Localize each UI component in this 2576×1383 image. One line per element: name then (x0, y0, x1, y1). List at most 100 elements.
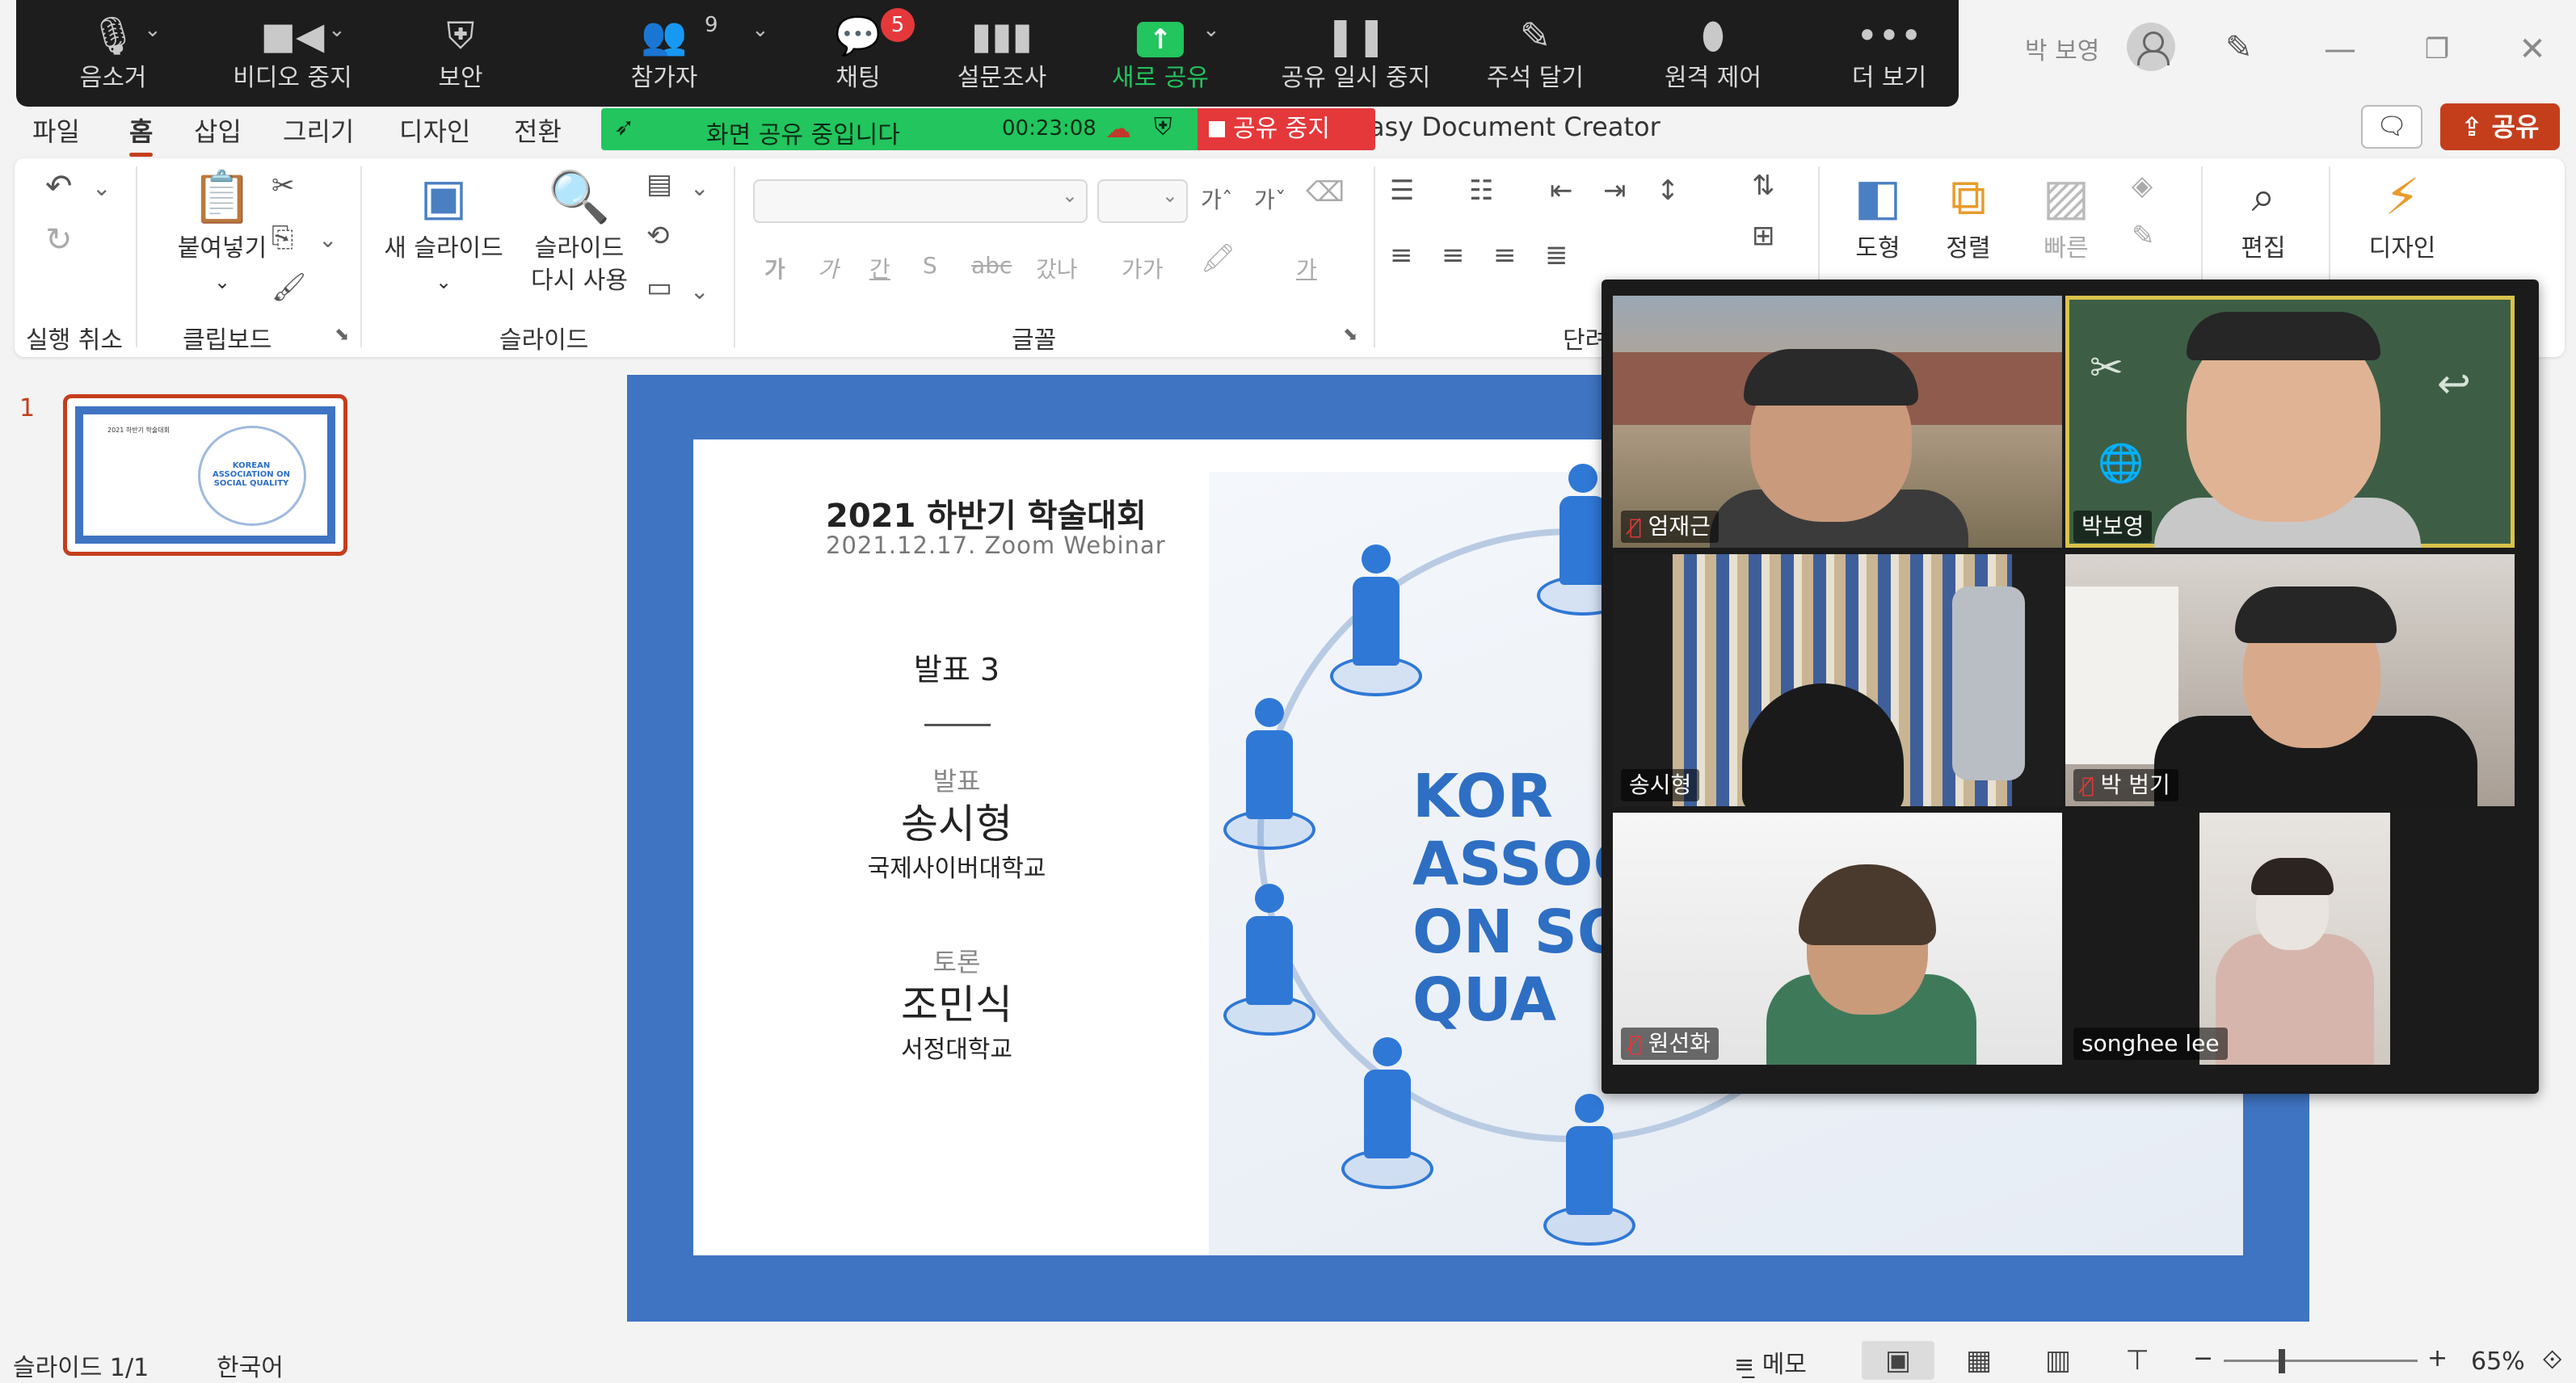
highlight-icon[interactable]: 🖍 (1201, 242, 1235, 275)
italic-icon[interactable]: 가 (818, 252, 839, 284)
zoom-in-button[interactable]: + (2427, 1344, 2448, 1372)
screen-sharing-indicator[interactable]: ➶ 화면 공유 중입니다 00:23:08 ☁ ⛨ (601, 108, 1198, 150)
comments-button[interactable]: 🗨 (2361, 105, 2422, 149)
align-center-icon[interactable]: ≡ (1442, 239, 1465, 271)
zoom-slider-thumb[interactable] (2279, 1349, 2285, 1373)
copy-icon[interactable]: ⎘ (271, 221, 293, 254)
polls-button[interactable]: ▮▮▮ 설문조사 (929, 0, 1075, 107)
tab-transitions[interactable]: 전환 (514, 111, 562, 149)
increase-indent-icon[interactable]: ⇥ (1603, 174, 1627, 207)
change-case-icon[interactable]: 가가 (1122, 252, 1164, 284)
shape-outline-icon[interactable]: ✎ (2132, 220, 2155, 252)
justify-icon[interactable]: ≣ (1545, 239, 1568, 271)
fit-to-window-icon[interactable]: ⟐ (2542, 1344, 2562, 1376)
slide-thumbnail[interactable]: 2021 하반기 학술대회 KOREAN ASSOCIATION ON SOCI… (63, 394, 347, 556)
format-painter-icon[interactable]: 🖌 (271, 271, 306, 304)
zoom-level[interactable]: 65% (2471, 1347, 2525, 1376)
video-tile-active-speaker[interactable]: ✂ 🌐 ↩ 박보영 (2065, 296, 2515, 548)
reuse-slides-button[interactable]: 🔍 슬라이드 다시 사용 (519, 168, 640, 297)
video-tile[interactable]: 송시형 (1613, 554, 2062, 806)
cut-icon[interactable]: ✂ (271, 170, 295, 202)
shape-fill-icon[interactable]: ◈ (2132, 170, 2153, 202)
chevron-down-icon[interactable]: ⌄ (690, 278, 709, 305)
text-shadow-icon[interactable]: S (923, 252, 937, 279)
zoom-slider[interactable] (2224, 1360, 2418, 1362)
underline-icon[interactable]: 간 (869, 252, 890, 284)
video-tile[interactable]: 🎙̸ 원선화 (1613, 813, 2062, 1065)
reset-icon[interactable]: ⟲ (646, 220, 670, 252)
notes-button[interactable]: ≡̲ 메모 (1734, 1344, 1807, 1380)
tab-file[interactable]: 파일 (32, 111, 80, 149)
mute-button[interactable]: 🎙 음소거 (48, 0, 178, 107)
muted-microphone-icon: 🎙̸ (1629, 515, 1642, 540)
character-spacing-icon[interactable]: 갔나 (1036, 252, 1078, 284)
chevron-down-icon[interactable]: ⌄ (1202, 18, 1220, 42)
chevron-down-icon[interactable]: ⌄ (328, 18, 346, 42)
decrease-indent-icon[interactable]: ⇤ (1550, 174, 1573, 207)
font-family-dropdown[interactable] (753, 179, 1088, 223)
clear-formatting-icon[interactable]: ⌫ (1306, 176, 1345, 208)
stop-video-button[interactable]: ■◀ 비디오 중지 (196, 0, 389, 107)
shapes-button[interactable]: ◧ 도형 (1837, 168, 1918, 265)
restore-button[interactable]: ❐ (2413, 29, 2461, 69)
section-icon[interactable]: ▭ (646, 271, 672, 304)
new-slide-button[interactable]: ▣ 새 슬라이드 ⌄ (375, 168, 512, 298)
video-tile[interactable]: 🎙̸ 박 범기 (2065, 554, 2515, 806)
align-right-icon[interactable]: ≡ (1493, 239, 1517, 271)
more-button[interactable]: ••• 더 보기 (1833, 0, 1946, 107)
pause-share-button[interactable]: ❚❚ 공유 일시 중지 (1251, 0, 1461, 107)
close-button[interactable]: ✕ (2508, 29, 2557, 69)
line-spacing-icon[interactable]: ↕ (1656, 174, 1680, 207)
shrink-font-icon[interactable]: 가ˇ (1254, 183, 1286, 215)
editing-button[interactable]: ⌕ 편집 (2219, 168, 2308, 265)
chat-unread-badge: 5 (881, 8, 915, 42)
video-tile[interactable]: 🎙̸ 엄재근 (1613, 296, 2062, 548)
strikethrough-icon[interactable]: abc (971, 252, 1012, 279)
numbering-icon[interactable]: ☷ (1469, 174, 1493, 207)
tab-home[interactable]: 홈 (129, 111, 154, 157)
slideshow-button[interactable]: ⊤ (2101, 1341, 2174, 1380)
text-direction-icon[interactable]: ⇅ (1752, 170, 1775, 202)
user-avatar[interactable] (2127, 23, 2175, 71)
tab-draw[interactable]: 그리기 (283, 111, 354, 149)
security-button[interactable]: ⛨ 보안 (396, 0, 525, 107)
redo-icon[interactable]: ↻ (45, 221, 73, 259)
layout-icon[interactable]: ▤ (646, 168, 672, 200)
paste-button[interactable]: 📋 붙여넣기 ⌄ (154, 168, 291, 298)
grow-font-icon[interactable]: 가ˆ (1201, 183, 1233, 215)
zoom-video-gallery[interactable]: 🎙̸ 엄재근 ✂ 🌐 ↩ 박보영 송시형 🎙̸ 박 범기 🎙̸ 원선화 song… (1602, 280, 2539, 1094)
font-color-icon[interactable]: 가 (1296, 252, 1317, 284)
align-left-icon[interactable]: ≡ (1390, 239, 1413, 271)
chevron-down-icon[interactable]: ⌄ (318, 226, 337, 253)
chevron-down-icon[interactable]: ⌄ (751, 18, 769, 42)
chevron-down-icon[interactable]: ⌄ (92, 174, 111, 201)
designer-button[interactable]: ⚡ 디자인 (2342, 168, 2463, 265)
ribbon-separator (1374, 166, 1375, 347)
video-tile[interactable]: songhee lee (2065, 813, 2515, 1065)
chevron-down-icon[interactable]: ⌄ (144, 18, 162, 42)
share-button[interactable]: ⇪ 공유 (2440, 103, 2560, 150)
pen-icon[interactable]: ✎ (2225, 29, 2253, 66)
quick-styles-button[interactable]: ▨ 빠른 (2022, 168, 2111, 265)
reading-view-button[interactable]: ▥ (2022, 1341, 2094, 1380)
bullets-icon[interactable]: ☰ (1390, 174, 1414, 207)
font-size-dropdown[interactable] (1097, 179, 1188, 223)
undo-icon[interactable]: ↶ (45, 168, 73, 205)
zoom-out-button[interactable]: − (2193, 1344, 2213, 1372)
align-text-icon[interactable]: ⊞ (1752, 220, 1775, 252)
tab-design[interactable]: 디자인 (399, 111, 470, 149)
dialog-launcher-icon[interactable]: ⬊ (1343, 325, 1357, 345)
new-share-button[interactable]: ↑ 새로 공유 (1088, 0, 1233, 107)
dialog-launcher-icon[interactable]: ⬊ (335, 325, 349, 345)
arrange-button[interactable]: ⧉ 정렬 (1928, 168, 2009, 265)
stop-share-button[interactable]: 공유 중지 (1198, 108, 1375, 150)
tab-insert[interactable]: 삽입 (194, 111, 242, 149)
language-indicator[interactable]: 한국어 (217, 1347, 284, 1383)
bold-icon[interactable]: 가 (764, 252, 785, 284)
remote-control-button[interactable]: ⬮ 원격 제어 (1640, 0, 1786, 107)
annotate-button[interactable]: ✎ 주석 달기 (1463, 0, 1608, 107)
slide-sorter-button[interactable]: ▦ (1943, 1341, 2015, 1380)
normal-view-button[interactable]: ▣ (1862, 1341, 1934, 1380)
chevron-down-icon[interactable]: ⌄ (690, 174, 709, 201)
minimize-button[interactable]: — (2316, 29, 2364, 69)
